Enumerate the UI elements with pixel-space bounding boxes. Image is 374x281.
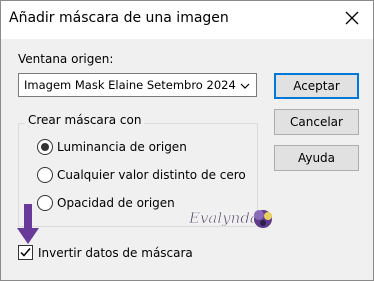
chevron-down-icon xyxy=(240,80,250,90)
source-window-select[interactable]: Imagem Mask Elaine Setembro 2024 xyxy=(18,73,257,97)
radio-selected-dot xyxy=(41,143,49,151)
invert-mask-label: Invertir datos de máscara xyxy=(38,246,193,260)
source-window-label: Ventana origen: xyxy=(18,52,114,66)
radio-label: Cualquier valor distinto de cero xyxy=(57,168,246,182)
close-icon[interactable] xyxy=(343,9,361,27)
checkmark-icon xyxy=(20,248,31,257)
accept-button[interactable]: Aceptar xyxy=(274,73,359,99)
mask-dialog: Añadir máscara de una imagen Ventana ori… xyxy=(0,0,374,281)
create-mask-label: Crear máscara con xyxy=(25,113,145,127)
arrow-down-icon xyxy=(17,204,39,246)
title-bar: Añadir máscara de una imagen xyxy=(1,1,373,39)
help-button[interactable]: Ayuda xyxy=(274,145,359,171)
cancel-button[interactable]: Cancelar xyxy=(274,109,359,135)
evalynda-watermark: Evalynda xyxy=(187,197,277,237)
window-title: Añadir máscara de una imagen xyxy=(9,10,229,26)
source-window-value: Imagem Mask Elaine Setembro 2024 xyxy=(24,78,236,92)
radio-button[interactable] xyxy=(37,139,53,155)
radio-label: Opacidad de origen xyxy=(57,196,175,210)
radio-label: Luminancia de origen xyxy=(57,140,187,154)
svg-text:Evalynda: Evalynda xyxy=(188,209,259,227)
radio-button[interactable] xyxy=(37,167,53,183)
invert-mask-checkbox[interactable] xyxy=(18,245,33,260)
radio-button[interactable] xyxy=(37,195,53,211)
